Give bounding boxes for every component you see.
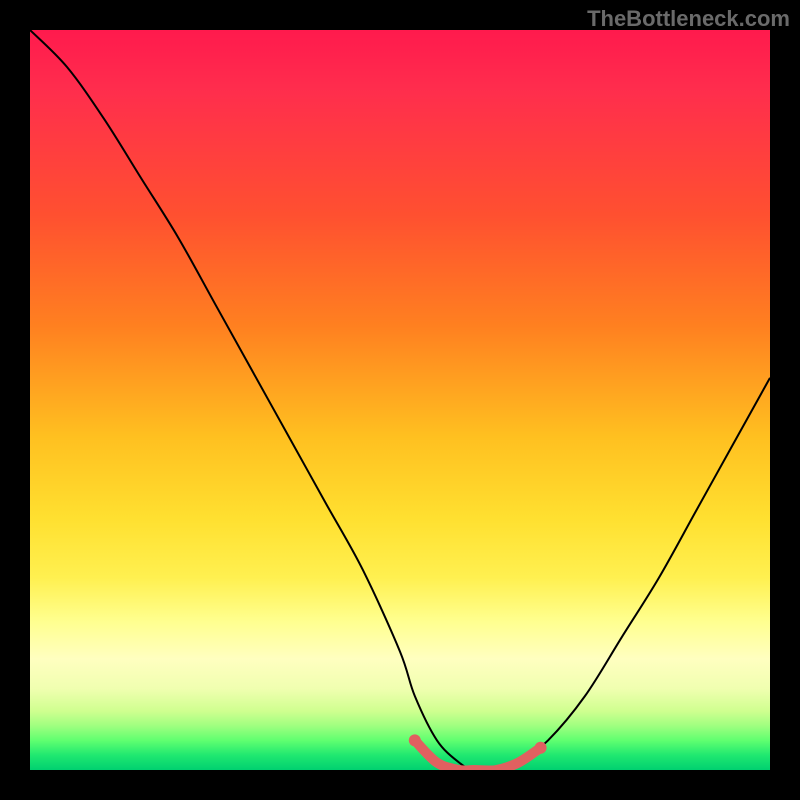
optimal-range-marker-dot-start	[409, 734, 421, 746]
optimal-range-marker-dot-end	[535, 742, 547, 754]
chart-svg	[30, 30, 770, 770]
watermark-text: TheBottleneck.com	[587, 6, 790, 32]
optimal-range-marker-line	[415, 740, 541, 770]
chart-plot-area	[30, 30, 770, 770]
bottleneck-curve-line	[30, 30, 770, 770]
